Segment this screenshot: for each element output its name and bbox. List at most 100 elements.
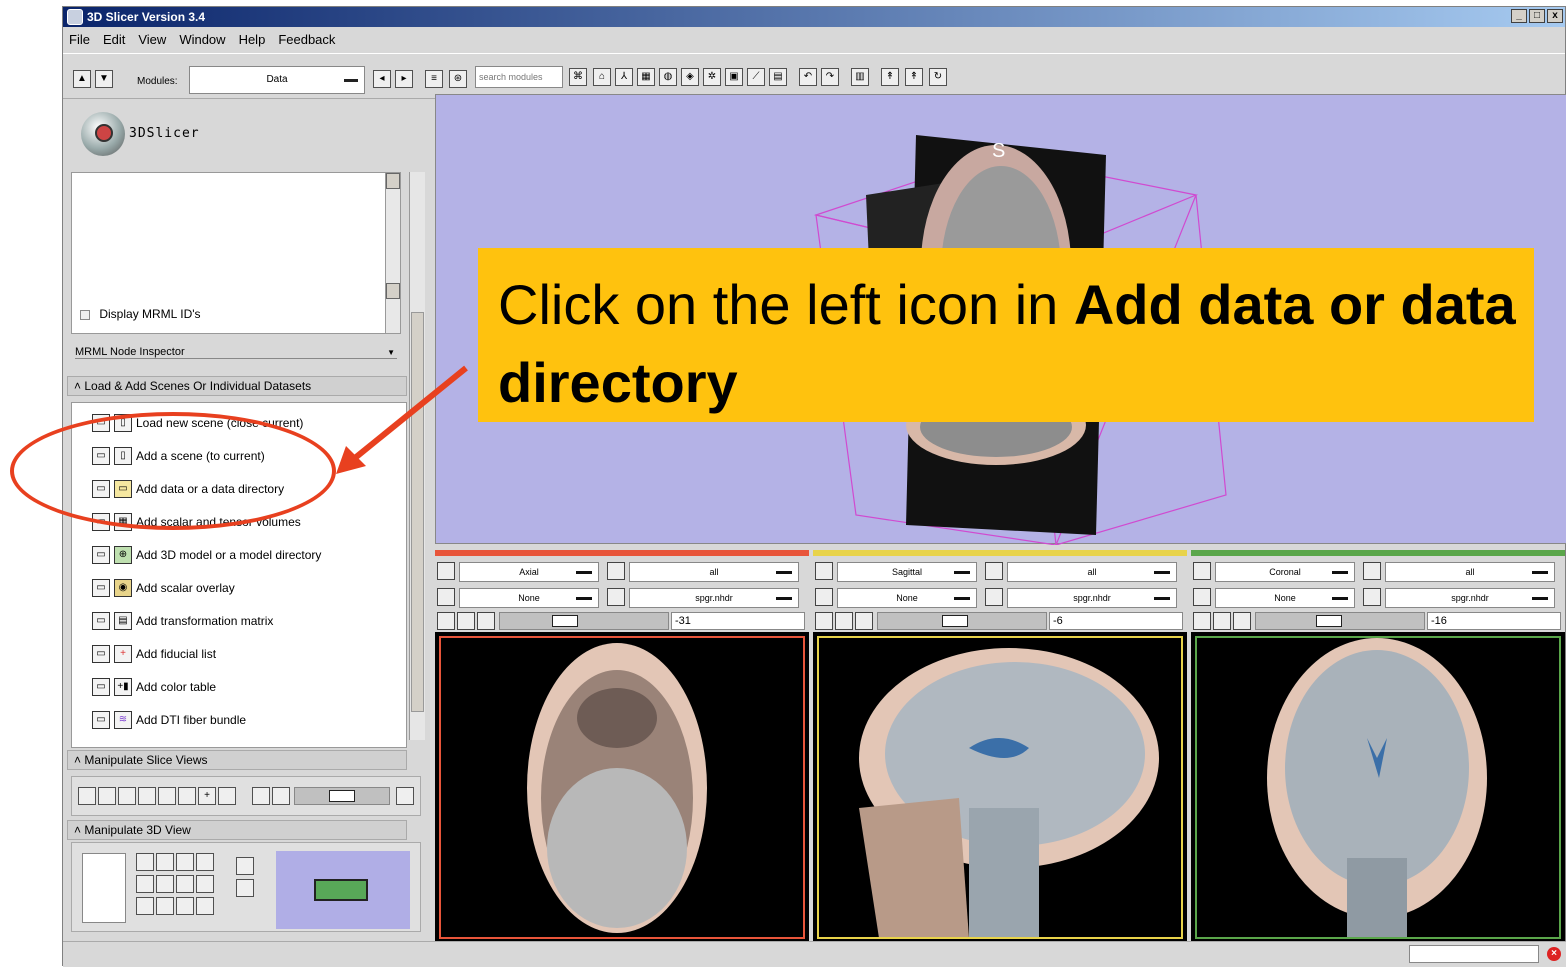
eye-icon[interactable] bbox=[457, 612, 475, 630]
zoom-out-icon[interactable] bbox=[196, 875, 214, 893]
undo-icon[interactable]: ↶ bbox=[799, 68, 817, 86]
close-button[interactable]: x bbox=[1547, 9, 1563, 23]
binoculars-icon[interactable]: ⌘ bbox=[569, 68, 587, 86]
data-module-icon[interactable]: ⅄ bbox=[615, 68, 633, 86]
load-scene-icon[interactable]: ▲ bbox=[73, 70, 91, 88]
foreground-select[interactable]: None bbox=[1215, 588, 1355, 608]
list-item[interactable]: ▭ ▤ Add transformation matrix bbox=[92, 609, 273, 633]
more-icon[interactable] bbox=[1233, 612, 1251, 630]
background-select[interactable]: spgr.nhdr bbox=[1007, 588, 1177, 608]
list-item[interactable]: ▭ ◉ Add scalar overlay bbox=[92, 576, 235, 600]
add-fiducial-icon[interactable]: + bbox=[114, 645, 132, 663]
save-scene-icon[interactable]: ▼ bbox=[95, 70, 113, 88]
editor-module-icon[interactable]: ▣ bbox=[725, 68, 743, 86]
fg-toggle-icon[interactable] bbox=[1193, 588, 1211, 606]
add-color-table-icon[interactable]: +▮ bbox=[114, 678, 132, 696]
colors-module-icon[interactable]: ✲ bbox=[703, 68, 721, 86]
layers-icon[interactable] bbox=[178, 787, 196, 805]
list-item[interactable]: ▭ ≋ Add DTI fiber bundle bbox=[92, 708, 246, 732]
slice-offset-slider[interactable] bbox=[499, 612, 669, 630]
rotate-icon[interactable] bbox=[136, 875, 154, 893]
fade-slider[interactable] bbox=[294, 787, 390, 805]
slice-offset-knob[interactable] bbox=[942, 615, 968, 627]
orientation-select[interactable]: Coronal bbox=[1215, 562, 1355, 582]
fade-slider-knob[interactable] bbox=[329, 790, 355, 802]
mrml-node-inspector[interactable]: MRML Node Inspector ▼ bbox=[75, 346, 397, 359]
fit-icon[interactable] bbox=[437, 562, 455, 580]
fit-icon[interactable] bbox=[1193, 562, 1211, 580]
more-icon[interactable] bbox=[855, 612, 873, 630]
home-module-icon[interactable]: ⌂ bbox=[593, 68, 611, 86]
menu-help[interactable]: Help bbox=[239, 32, 266, 47]
screenshot-icon[interactable] bbox=[196, 897, 214, 915]
bg-layer-icon[interactable] bbox=[985, 588, 1003, 606]
volumes-module-icon[interactable]: ▦ bbox=[637, 68, 655, 86]
bg-layer-icon[interactable] bbox=[1363, 588, 1381, 606]
fg-layer-icon[interactable] bbox=[607, 562, 625, 580]
background-select[interactable]: spgr.nhdr bbox=[629, 588, 799, 608]
mouse-rotate-icon[interactable]: ↻ bbox=[929, 68, 947, 86]
toggle-fade-icon[interactable] bbox=[396, 787, 414, 805]
error-icon[interactable]: × bbox=[1547, 947, 1561, 961]
look-from-icon[interactable] bbox=[176, 897, 194, 915]
module-history-icon[interactable]: ≡ bbox=[425, 70, 443, 88]
snapshot-icon[interactable] bbox=[176, 875, 194, 893]
redo-icon[interactable]: ↷ bbox=[821, 68, 839, 86]
slice-offset-knob[interactable] bbox=[1316, 615, 1342, 627]
mrml-tree[interactable]: Display MRML ID's bbox=[71, 172, 401, 334]
mini-view-target[interactable] bbox=[314, 879, 368, 901]
display-mrml-ids-checkbox[interactable] bbox=[80, 309, 90, 320]
fit-to-window-icon[interactable] bbox=[78, 787, 96, 805]
slice-image-coronal[interactable] bbox=[1195, 636, 1561, 939]
slice-offset-slider[interactable] bbox=[877, 612, 1047, 630]
yaw-icon[interactable] bbox=[176, 853, 194, 871]
orientation-select[interactable]: Sagittal bbox=[837, 562, 977, 582]
pitch-icon[interactable] bbox=[136, 853, 154, 871]
fg-layer-icon[interactable] bbox=[1363, 562, 1381, 580]
view3d-section-header[interactable]: ˄ Manipulate 3D View bbox=[67, 820, 407, 840]
grid-icon[interactable] bbox=[98, 787, 116, 805]
slice-image-sagittal[interactable] bbox=[817, 636, 1183, 939]
menu-feedback[interactable]: Feedback bbox=[278, 32, 335, 47]
help-bubble-icon[interactable]: ▭ bbox=[92, 546, 110, 564]
background-select[interactable]: spgr.nhdr bbox=[1385, 588, 1555, 608]
scroll-up-icon[interactable] bbox=[386, 173, 400, 189]
menu-file[interactable]: File bbox=[69, 32, 90, 47]
slice-image-axial[interactable] bbox=[439, 636, 805, 939]
help-bubble-icon[interactable]: ▭ bbox=[92, 711, 110, 729]
mouse-pick-icon[interactable]: ↟ bbox=[881, 68, 899, 86]
foreground-icon[interactable] bbox=[252, 787, 270, 805]
help-bubble-icon[interactable]: ▭ bbox=[92, 645, 110, 663]
foreground-select[interactable]: None bbox=[837, 588, 977, 608]
annotation-icon[interactable] bbox=[138, 787, 156, 805]
menu-edit[interactable]: Edit bbox=[103, 32, 125, 47]
minimize-button[interactable]: _ bbox=[1511, 9, 1527, 23]
models-module-icon[interactable]: ◍ bbox=[659, 68, 677, 86]
background-icon[interactable] bbox=[272, 787, 290, 805]
fg-toggle-icon[interactable] bbox=[815, 588, 833, 606]
orientation-select[interactable]: Axial bbox=[459, 562, 599, 582]
list-item[interactable]: ▭ + Add fiducial list bbox=[92, 642, 216, 666]
mouse-place-icon[interactable]: ↟ bbox=[905, 68, 923, 86]
center-icon[interactable] bbox=[156, 875, 174, 893]
label-layer-select[interactable]: all bbox=[629, 562, 799, 582]
eye-icon[interactable] bbox=[1213, 612, 1231, 630]
roll-icon[interactable] bbox=[156, 853, 174, 871]
link-icon[interactable] bbox=[815, 612, 833, 630]
label-layer-select[interactable]: all bbox=[1007, 562, 1177, 582]
menu-view[interactable]: View bbox=[138, 32, 166, 47]
help-bubble-icon[interactable]: ▭ bbox=[92, 579, 110, 597]
eye-icon[interactable] bbox=[835, 612, 853, 630]
layout-icon[interactable]: ▥ bbox=[851, 68, 869, 86]
measure-module-icon[interactable]: ▤ bbox=[769, 68, 787, 86]
help-bubble-icon[interactable]: ▭ bbox=[92, 678, 110, 696]
slice-offset-value[interactable]: -16 bbox=[1427, 612, 1561, 630]
list-item[interactable]: ▭ +▮ Add color table bbox=[92, 675, 216, 699]
label-layer-select[interactable]: all bbox=[1385, 562, 1555, 582]
add-transform-icon[interactable]: ▤ bbox=[114, 612, 132, 630]
slice-offset-slider[interactable] bbox=[1255, 612, 1425, 630]
stereo-icon[interactable] bbox=[136, 897, 154, 915]
search-modules-input[interactable]: search modules bbox=[475, 66, 563, 88]
slice-offset-value[interactable]: -6 bbox=[1049, 612, 1183, 630]
orientation-widget[interactable] bbox=[82, 853, 126, 923]
